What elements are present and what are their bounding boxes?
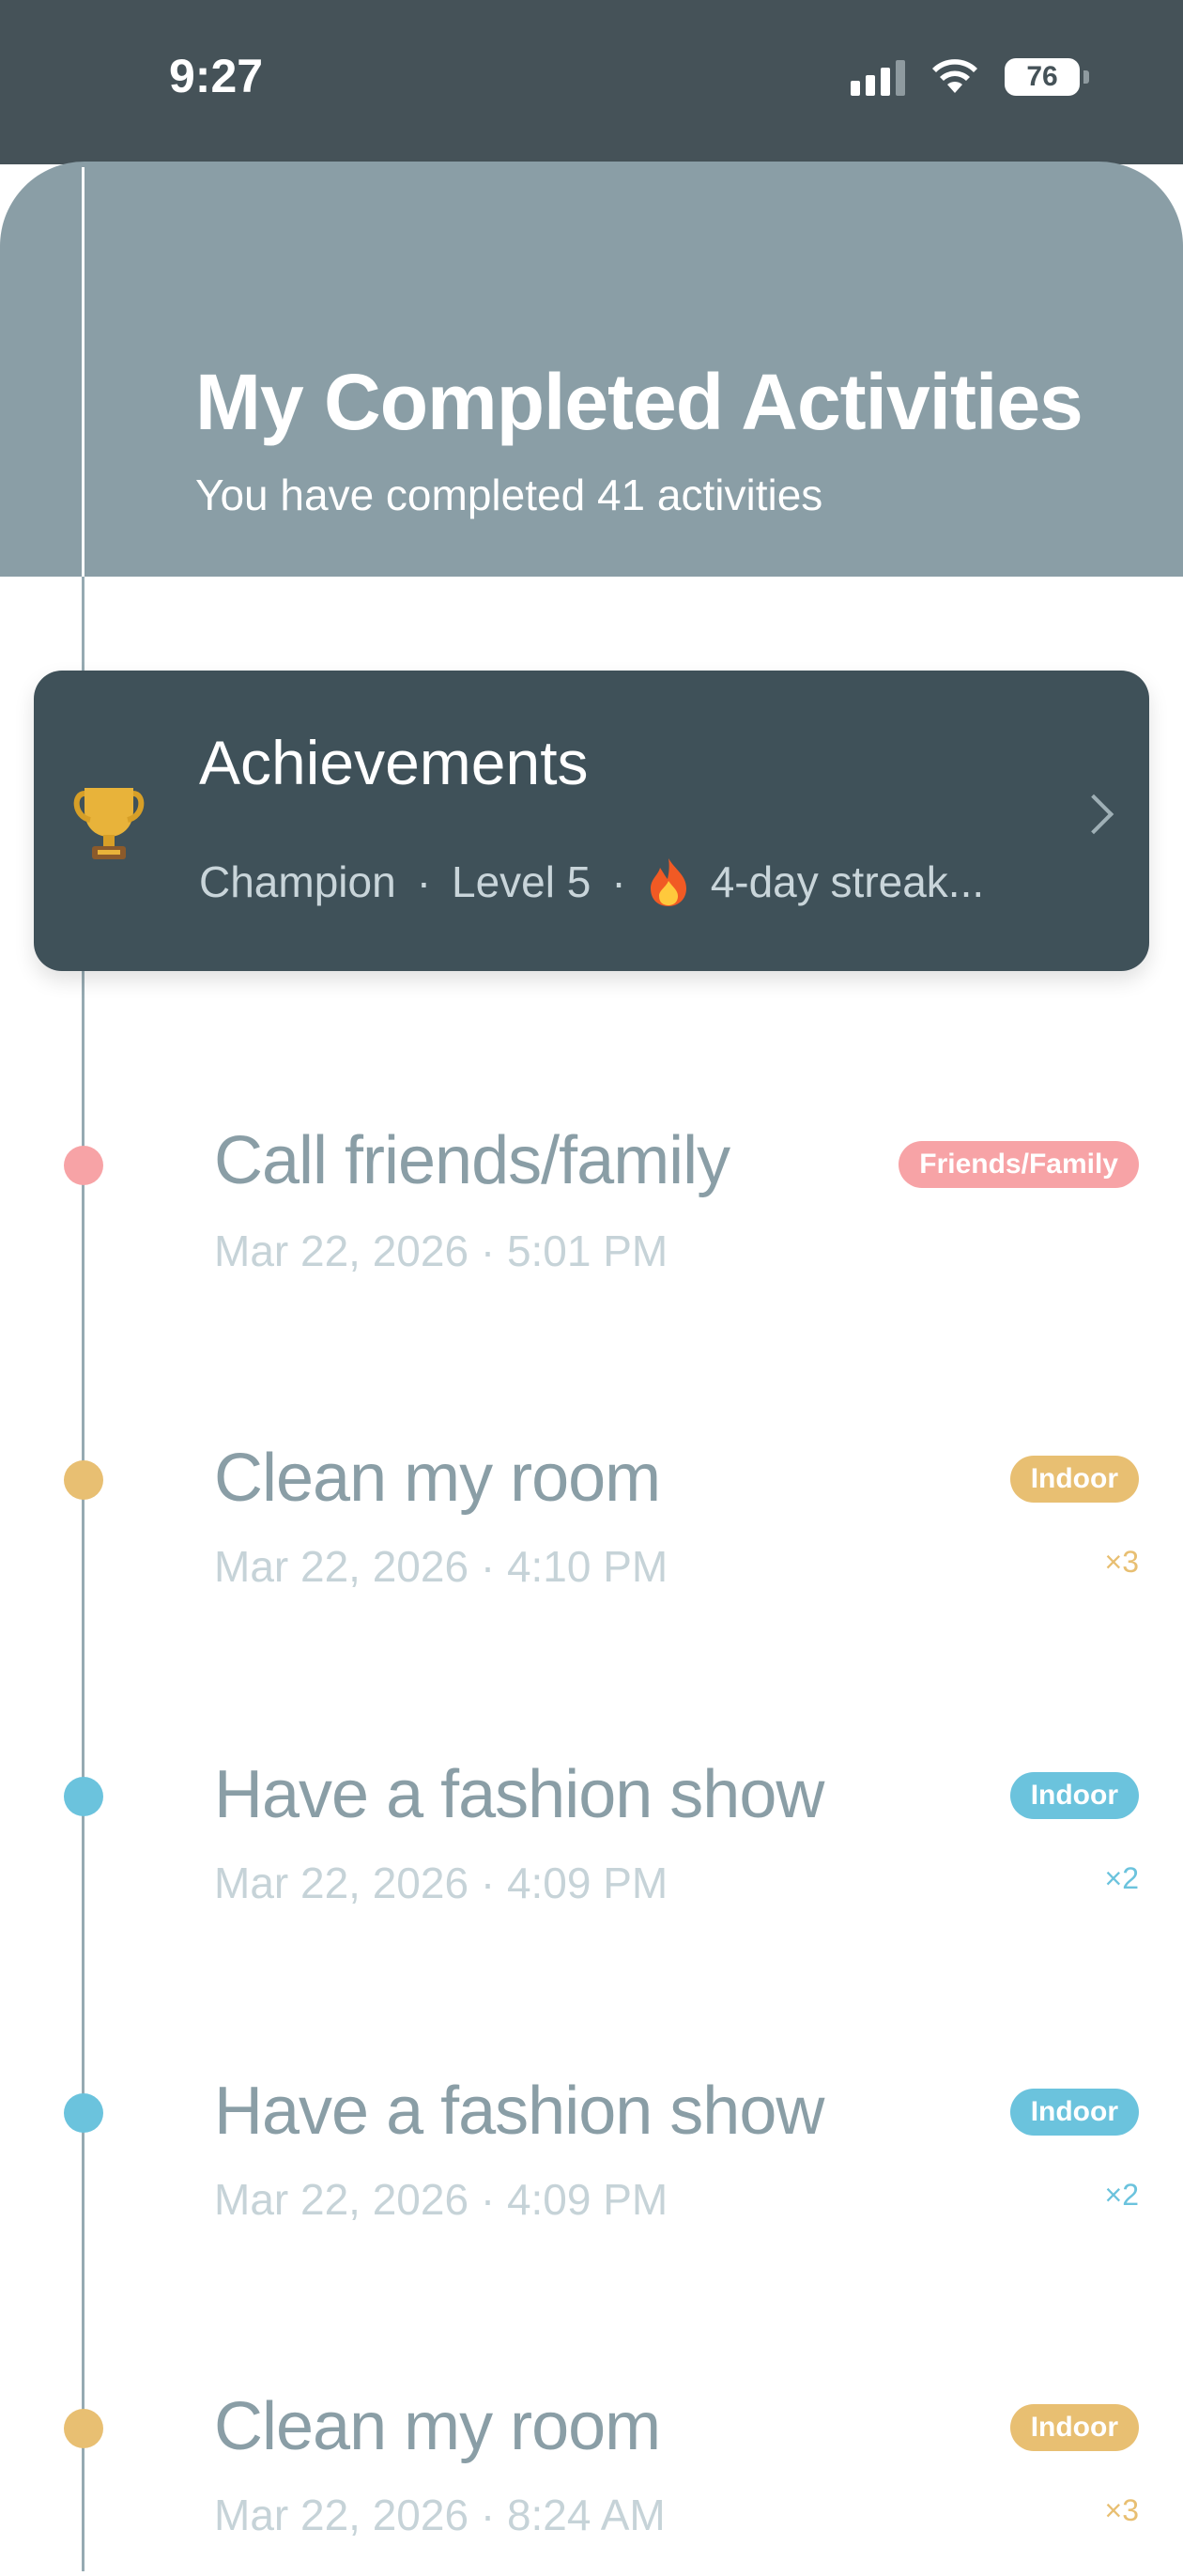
trophy-icon (73, 788, 145, 859)
activity-date: Mar 22, 2026 · 4:09 PM (214, 2175, 668, 2224)
timeline-dot (64, 2409, 103, 2448)
activity-title: Call friends/family (214, 1123, 730, 1198)
activity-item[interactable]: Have a fashion show Mar 22, 2026 · 4:09 … (0, 2073, 1183, 2260)
timeline-dot (64, 1146, 103, 1185)
activity-date: Mar 22, 2026 · 8:24 AM (214, 2491, 666, 2539)
activity-date: Mar 22, 2026 · 4:09 PM (214, 1859, 668, 1907)
status-bar: 9:27 76 (0, 0, 1183, 164)
achievement-streak: 4-day streak... (710, 857, 985, 906)
activity-item[interactable]: Have a fashion show Mar 22, 2026 · 4:09 … (0, 1756, 1183, 1944)
battery-icon: 76 (1005, 58, 1089, 96)
status-icons: 76 (851, 58, 1089, 96)
activity-item[interactable]: Clean my room Mar 22, 2026 · 8:24 AM Ind… (0, 2388, 1183, 2576)
cellular-signal-icon (851, 58, 905, 96)
status-time: 9:27 (169, 50, 264, 102)
timeline-dot (64, 2093, 103, 2133)
category-badge: Indoor (1009, 1456, 1139, 1503)
battery-level: 76 (1026, 61, 1058, 92)
achievements-card[interactable]: Achievements Champion · Level 5 · 4-day … (34, 671, 1149, 971)
page-title: My Completed Activities (195, 358, 1083, 446)
category-badge: Friends/Family (899, 1141, 1139, 1188)
achievement-rank: Champion (199, 857, 396, 906)
activity-item[interactable]: Call friends/family Mar 22, 2026 · 5:01 … (0, 1122, 1183, 1310)
activity-title: Clean my room (214, 2389, 661, 2464)
separator: · (611, 857, 626, 906)
repeat-count: ×3 (1104, 2493, 1139, 2527)
achievements-title: Achievements (199, 728, 589, 797)
completed-count-subtitle: You have completed 41 activities (195, 470, 823, 519)
activity-date: Mar 22, 2026 · 5:01 PM (214, 1226, 668, 1275)
achievements-summary: Champion · Level 5 · 4-day streak... (199, 856, 984, 907)
category-badge: Indoor (1009, 1772, 1139, 1819)
repeat-count: ×2 (1104, 1861, 1139, 1895)
timeline-line-header (82, 167, 84, 577)
category-badge: Indoor (1009, 2404, 1139, 2451)
activity-date: Mar 22, 2026 · 4:10 PM (214, 1542, 668, 1591)
wifi-icon (932, 59, 977, 93)
activity-title: Clean my room (214, 1441, 661, 1516)
repeat-count: ×2 (1104, 2178, 1139, 2212)
repeat-count: ×3 (1104, 1545, 1139, 1579)
achievement-level: Level 5 (452, 857, 592, 906)
chevron-right-icon (1073, 794, 1114, 835)
separator: · (416, 857, 432, 906)
activity-item[interactable]: Clean my room Mar 22, 2026 · 4:10 PM Ind… (0, 1440, 1183, 1627)
timeline-dot (64, 1777, 103, 1816)
activity-title: Have a fashion show (214, 1757, 824, 1832)
activity-title: Have a fashion show (214, 2074, 824, 2149)
fire-icon (650, 858, 686, 906)
timeline-dot (64, 1460, 103, 1500)
category-badge: Indoor (1009, 2089, 1139, 2136)
